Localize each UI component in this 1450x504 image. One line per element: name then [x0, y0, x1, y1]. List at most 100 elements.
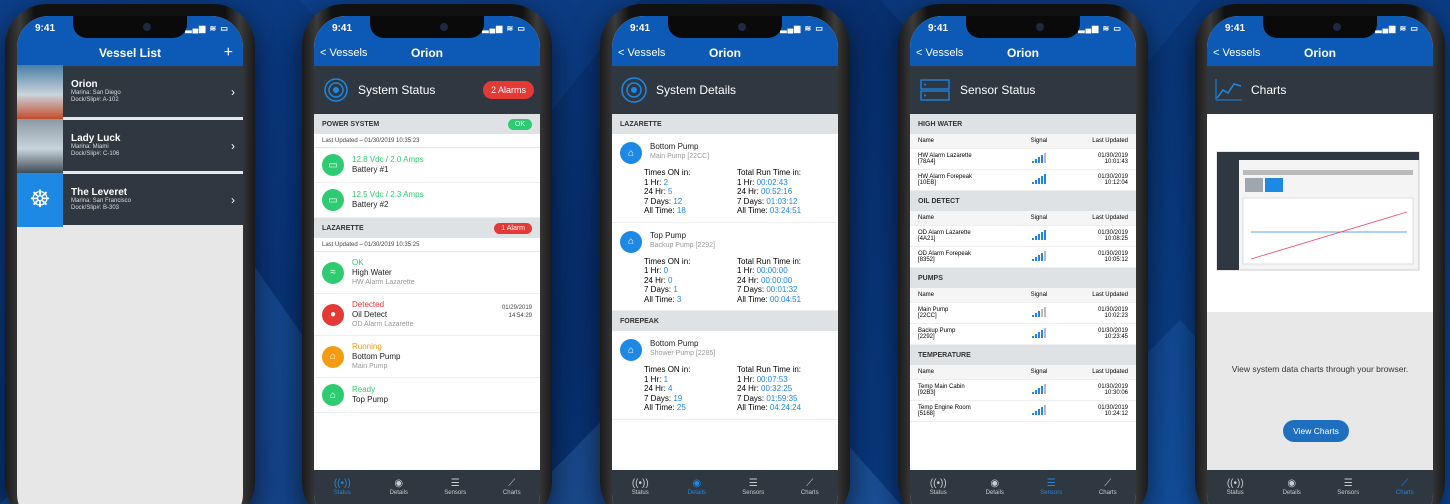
- signal-wifi-battery-icon: ▂▄▆ ≋ ▭: [1078, 23, 1122, 33]
- nav-bar: Vessel List +: [17, 40, 243, 66]
- list-item-battery-2[interactable]: ▭ 12.5 Vdc / 2.3 Amps Battery #2: [314, 183, 540, 218]
- back-button[interactable]: < Vessels: [618, 47, 665, 59]
- tab-label: Status: [631, 490, 649, 496]
- times-on-label: Times ON in:: [644, 256, 691, 266]
- sensors-icon: ☰: [1046, 478, 1056, 489]
- sensor-time: 10:30:06: [1104, 390, 1128, 396]
- list-item-bottom-pump[interactable]: ⌂ Running Bottom Pump Main Pump: [314, 336, 540, 378]
- battery-name: Battery #1: [352, 165, 389, 174]
- back-button[interactable]: < Vessels: [320, 47, 367, 59]
- times-on-d7: 7 Days: 1: [644, 285, 678, 294]
- sensor-row[interactable]: OD Alarm Forepeak [8352] 01/30/2019 10:05:1…: [910, 247, 1136, 268]
- section-header: Charts: [1207, 66, 1433, 114]
- tab-label: Sensors: [1337, 490, 1360, 496]
- tab-details[interactable]: ◉ Details: [669, 470, 726, 504]
- alarm-timestamp: 01/29/2019 14:54:29: [501, 305, 532, 319]
- tab-details[interactable]: ◉ Details: [1264, 470, 1321, 504]
- pump-card[interactable]: ⌂ Bottom Pump Shower Pump [2285] Times ON i…: [612, 331, 838, 420]
- add-vessel-button[interactable]: +: [224, 44, 233, 62]
- view-charts-button[interactable]: View Charts: [1283, 420, 1349, 442]
- list-item-top-pump[interactable]: ⌂ Ready Top Pump: [314, 378, 540, 413]
- charts-icon: ⟋: [1401, 478, 1409, 489]
- alarm-badge[interactable]: 2 Alarms: [482, 81, 534, 99]
- sensor-time: 10:05:12: [1104, 257, 1128, 263]
- sensor-row[interactable]: OD Alarm Lazarette [4A21] 01/30/2019 10:08:…: [910, 226, 1136, 247]
- tab-charts[interactable]: ⟋ Charts: [782, 470, 839, 504]
- phone-charts: 9:41 ▂▄▆ ≋ ▭ < Vessels Orion Charts View …: [1195, 4, 1445, 504]
- nav-bar: < Vessels Orion: [612, 40, 838, 66]
- section-header: Sensor Status: [910, 66, 1136, 114]
- signal-wifi-battery-icon: ▂▄▆ ≋ ▭: [185, 23, 229, 33]
- sensor-group-header: PUMPS: [910, 268, 1136, 288]
- sensor-time: 10:02:23: [1104, 313, 1128, 319]
- tab-status[interactable]: ((•)) Status: [314, 470, 371, 504]
- sensor-table-header: Name Signal Last Updated: [910, 288, 1136, 303]
- status-badge: 1 Alarm: [494, 222, 532, 234]
- battery-icon: ▭: [322, 189, 344, 211]
- tab-status[interactable]: ((•)) Status: [910, 470, 967, 504]
- pump-subtitle: Backup Pump [2292]: [650, 241, 715, 249]
- sensor-time: 10:08:25: [1104, 236, 1128, 242]
- sensor-id: [8352]: [918, 257, 935, 263]
- helm-wheel-icon: ☸: [17, 172, 63, 227]
- times-on-label: Times ON in:: [644, 168, 691, 177]
- list-item-oil-detect[interactable]: ● Detected Oil Detect OD Alarm Lazarette 01/…: [314, 294, 540, 336]
- vessel-photo: [17, 64, 63, 119]
- oil-drop-icon: ●: [322, 303, 344, 326]
- back-button[interactable]: < Vessels: [1213, 47, 1260, 59]
- tab-label: Details: [985, 490, 1004, 496]
- run-time-h1: 1 Hr: 00:07:53: [737, 374, 788, 384]
- sensor-row[interactable]: HW Alarm Forepeak [10EB] 01/30/2019 10:12:0…: [910, 170, 1136, 191]
- header-title: Charts: [1251, 83, 1287, 97]
- tab-charts[interactable]: ⟋ Charts: [484, 470, 541, 504]
- sensor-row[interactable]: Temp Main Cabin [92B3] 01/30/2019 10:30:06: [910, 380, 1136, 401]
- times-on-h24: 24 Hr: 0: [644, 275, 673, 285]
- tab-details[interactable]: ◉ Details: [371, 470, 428, 504]
- tab-charts[interactable]: ⟋ Charts: [1080, 470, 1137, 504]
- sensor-row[interactable]: Main Pump [22CC] 01/30/2019 10:02:23: [910, 303, 1136, 324]
- sensor-id: [78A4]: [918, 159, 936, 165]
- chart-preview: [1207, 114, 1433, 312]
- list-item-battery-1[interactable]: ▭ 12.8 Vdc / 2.0 Amps Battery #1: [314, 148, 540, 183]
- tab-details[interactable]: ◉ Details: [967, 470, 1024, 504]
- vessel-name: Orion: [71, 79, 98, 90]
- sensor-time: 10:24:12: [1104, 411, 1128, 417]
- chevron-right-icon: ›: [231, 192, 235, 207]
- tab-sensors[interactable]: ☰ Sensors: [427, 470, 484, 504]
- tab-status[interactable]: ((•)) Status: [1207, 470, 1264, 504]
- back-button[interactable]: < Vessels: [916, 47, 963, 59]
- run-time-h24: 24 Hr: 00:32:25: [737, 384, 793, 393]
- vessel-slip: Dock/Slip#: B-303: [71, 205, 120, 211]
- section-lazarette: LAZARETTE: [612, 114, 838, 134]
- vessel-row[interactable]: ☸ The Leveret Marina: San Francisco Dock/Sl…: [17, 172, 243, 228]
- nav-bar: < Vessels Orion: [910, 40, 1136, 66]
- last-updated: Last Updated – 01/30/2019 10:35:25: [314, 238, 540, 252]
- sensor-row[interactable]: Temp Engine Room [5168] 01/30/2019 10:24:12: [910, 401, 1136, 422]
- vessel-row[interactable]: Orion Marina: San Diego Dock/Slip#: A-102 ›: [17, 64, 243, 120]
- section-power-system: POWER SYSTEM OK: [314, 114, 540, 134]
- tab-status[interactable]: ((•)) Status: [612, 470, 669, 504]
- header-title: System Status: [358, 83, 436, 97]
- pump-icon: ⌂: [620, 230, 642, 253]
- status-badge: OK: [507, 118, 532, 130]
- sensor-row[interactable]: Backup Pump [2292] 01/30/2019 10:23:45: [910, 324, 1136, 345]
- pump-card[interactable]: ⌂ Top Pump Backup Pump [2292] Times ON in: 1…: [612, 223, 838, 311]
- chevron-right-icon: ›: [231, 84, 235, 99]
- tab-sensors[interactable]: ☰ Sensors: [1320, 470, 1377, 504]
- list-item-high-water[interactable]: ≈ OK High Water HW Alarm Lazarette: [314, 252, 540, 294]
- sensor-group-header: HIGH WATER: [910, 114, 1136, 134]
- vessel-row[interactable]: Lady Luck Marina: Miami Dock/Slip#: C-106 ›: [17, 118, 243, 174]
- tab-sensors[interactable]: ☰ Sensors: [1023, 470, 1080, 504]
- tab-charts[interactable]: ⟋ Charts: [1377, 470, 1434, 504]
- pump-card[interactable]: ⌂ Bottom Pump Main Pump [22CC] Times ON in:…: [612, 134, 838, 223]
- status-icon: ((•)): [333, 478, 351, 489]
- pump-icon: ⌂: [620, 142, 642, 164]
- page-title: Vessel List: [98, 46, 162, 60]
- times-on-h24: 24 Hr: 4: [644, 384, 673, 393]
- sensor-id: [4A21]: [918, 236, 936, 242]
- tab-sensors[interactable]: ☰ Sensors: [725, 470, 782, 504]
- vessel-slip: Dock/Slip#: C-106: [71, 151, 120, 157]
- sensors-icon: ☰: [1343, 478, 1353, 489]
- browser-screenshot-thumbnail: [1216, 151, 1420, 271]
- sensor-row[interactable]: HW Alarm Lazarette [78A4] 01/30/2019 10:01:…: [910, 149, 1136, 170]
